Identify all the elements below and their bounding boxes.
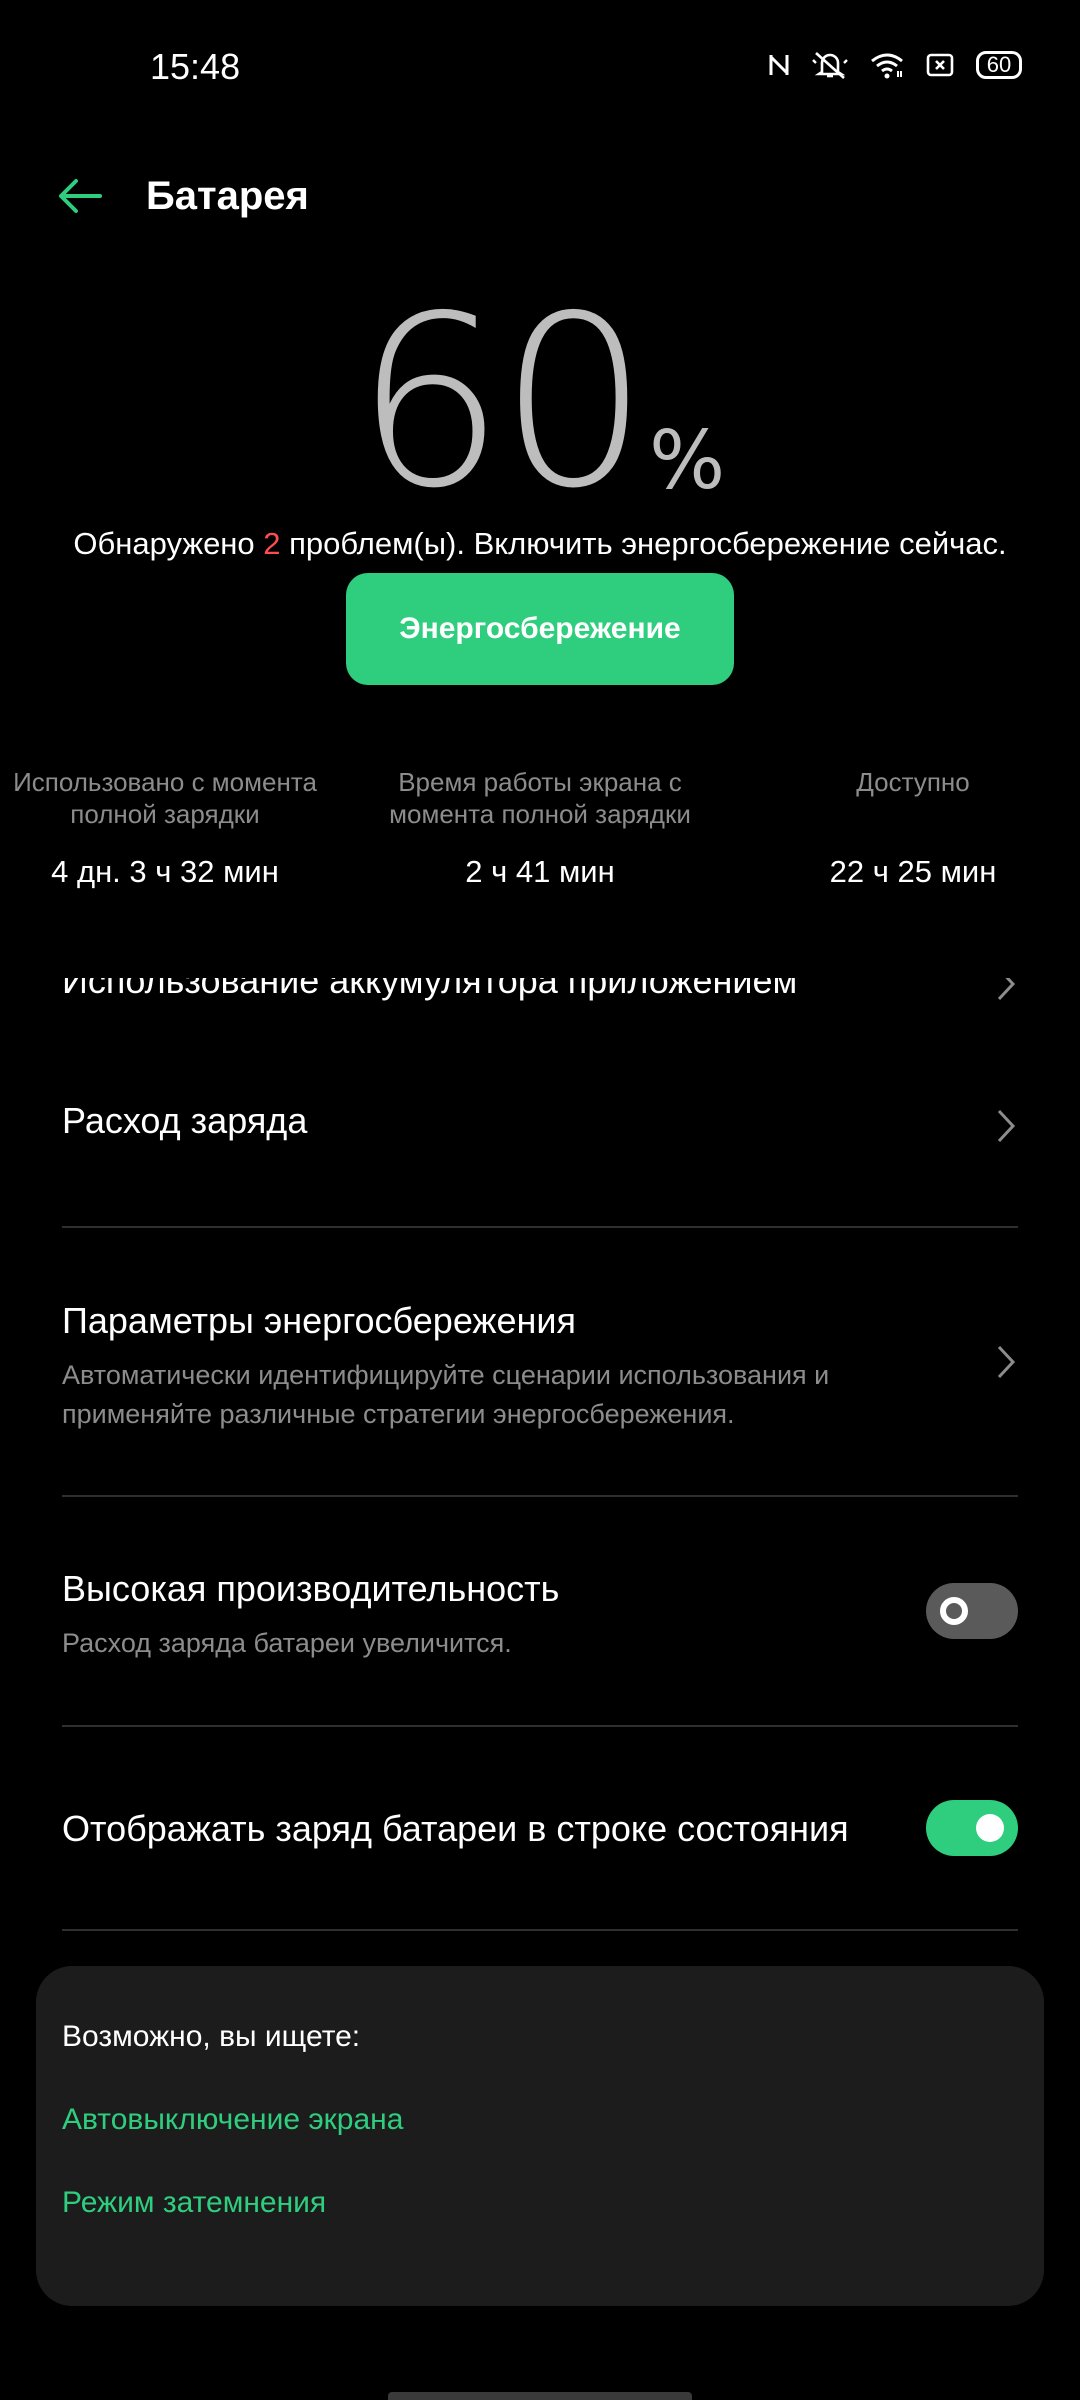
wifi-icon: [870, 51, 904, 79]
toggle-knob: [940, 1597, 968, 1625]
list-item-app-battery-usage[interactable]: Использование аккумулятора приложением: [62, 978, 1018, 1014]
list-item-title: Параметры энергосбережения: [62, 1300, 577, 1341]
home-indicator[interactable]: [388, 2392, 692, 2400]
mute-icon: [812, 50, 848, 80]
list-item-title: Расход заряда: [62, 1100, 308, 1141]
stat-label: Доступно: [856, 767, 970, 797]
battery-icon: 60: [976, 51, 1022, 79]
list-item-subtitle: Автоматически идентифицируйте сценарии и…: [62, 1360, 830, 1429]
nfc-icon: [768, 51, 790, 79]
divider: [62, 1495, 1018, 1497]
page-title: Батарея: [146, 174, 309, 218]
arrow-left-icon: [59, 179, 102, 213]
show-battery-percent-toggle[interactable]: [926, 1800, 1018, 1856]
status-bar: 15:48 60: [0, 0, 1080, 130]
stat-available: Доступно 22 ч 25 мин: [733, 766, 1080, 890]
list-item-battery-consumption[interactable]: Расход заряда: [62, 1100, 1018, 1160]
stat-value: 2 ч 41 мин: [465, 854, 615, 889]
screenshot-icon: [926, 53, 954, 77]
battery-percent-value: 60: [354, 265, 649, 540]
chevron-right-icon: [997, 1109, 1016, 1143]
battery-percent-sign: %: [649, 414, 726, 507]
power-saving-button[interactable]: Энергосбережение: [346, 573, 734, 685]
stat-screen-time: Время работы экрана с момента полной зар…: [360, 766, 720, 890]
stat-value: 22 ч 25 мин: [829, 854, 997, 889]
problems-prefix: Обнаружено: [73, 526, 264, 561]
chevron-right-icon: [997, 978, 1016, 1001]
list-item-title: Высокая производительность: [62, 1568, 560, 1609]
battery-percent: 60 %: [0, 285, 1080, 521]
high-performance-toggle[interactable]: [926, 1583, 1018, 1639]
back-button[interactable]: [52, 168, 108, 224]
stat-value: 4 дн. 3 ч 32 мин: [51, 854, 279, 889]
header: Батарея: [0, 160, 1080, 230]
list-item-power-saving-settings[interactable]: Параметры энергосбережения Автоматически…: [62, 1300, 1018, 1434]
problems-message: Обнаружено 2 проблем(ы). Включить энерго…: [0, 526, 1080, 562]
suggestion-link-dark-mode[interactable]: Режим затемнения: [62, 2186, 326, 2220]
divider: [62, 1725, 1018, 1727]
suggestions-title: Возможно, вы ищете:: [62, 2020, 361, 2053]
stat-label: Время работы экрана с момента полной зар…: [389, 767, 691, 829]
suggestions-card: Возможно, вы ищете: Автовыключение экран…: [36, 1966, 1044, 2306]
status-time: 15:48: [150, 46, 241, 87]
problems-suffix: проблем(ы). Включить энергосбережение се…: [280, 526, 1007, 561]
stat-used-since-charge: Использовано с момента полной зарядки 4 …: [0, 766, 345, 890]
problems-count: 2: [263, 526, 281, 561]
stat-label: Использовано с момента полной зарядки: [13, 767, 317, 829]
divider: [62, 1226, 1018, 1228]
divider: [62, 1929, 1018, 1931]
list-item-high-performance: Высокая производительность Расход заряда…: [62, 1568, 1018, 1663]
suggestion-link-screen-timeout[interactable]: Автовыключение экрана: [62, 2103, 403, 2137]
list-item-subtitle: Расход заряда батареи увеличится.: [62, 1628, 512, 1658]
list-item-title: Отображать заряд батареи в строке состоя…: [62, 1808, 849, 1849]
toggle-knob: [976, 1814, 1004, 1842]
status-icons: 60: [768, 50, 1022, 80]
list-item-show-battery-percent: Отображать заряд батареи в строке состоя…: [62, 1808, 1018, 1850]
chevron-right-icon: [997, 1345, 1016, 1379]
list-item-label: Использование аккумулятора приложением: [62, 978, 798, 1001]
